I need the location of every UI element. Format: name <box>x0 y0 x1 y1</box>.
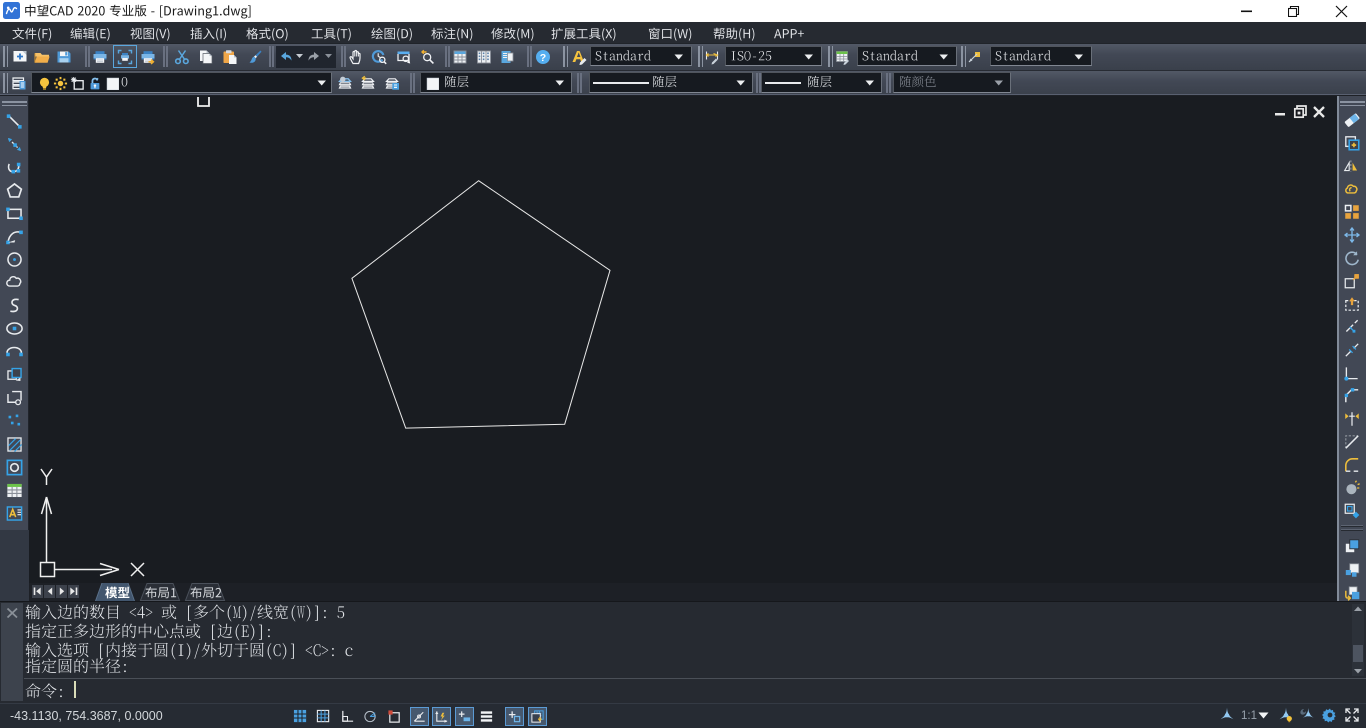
svg-text:?: ? <box>539 52 545 64</box>
